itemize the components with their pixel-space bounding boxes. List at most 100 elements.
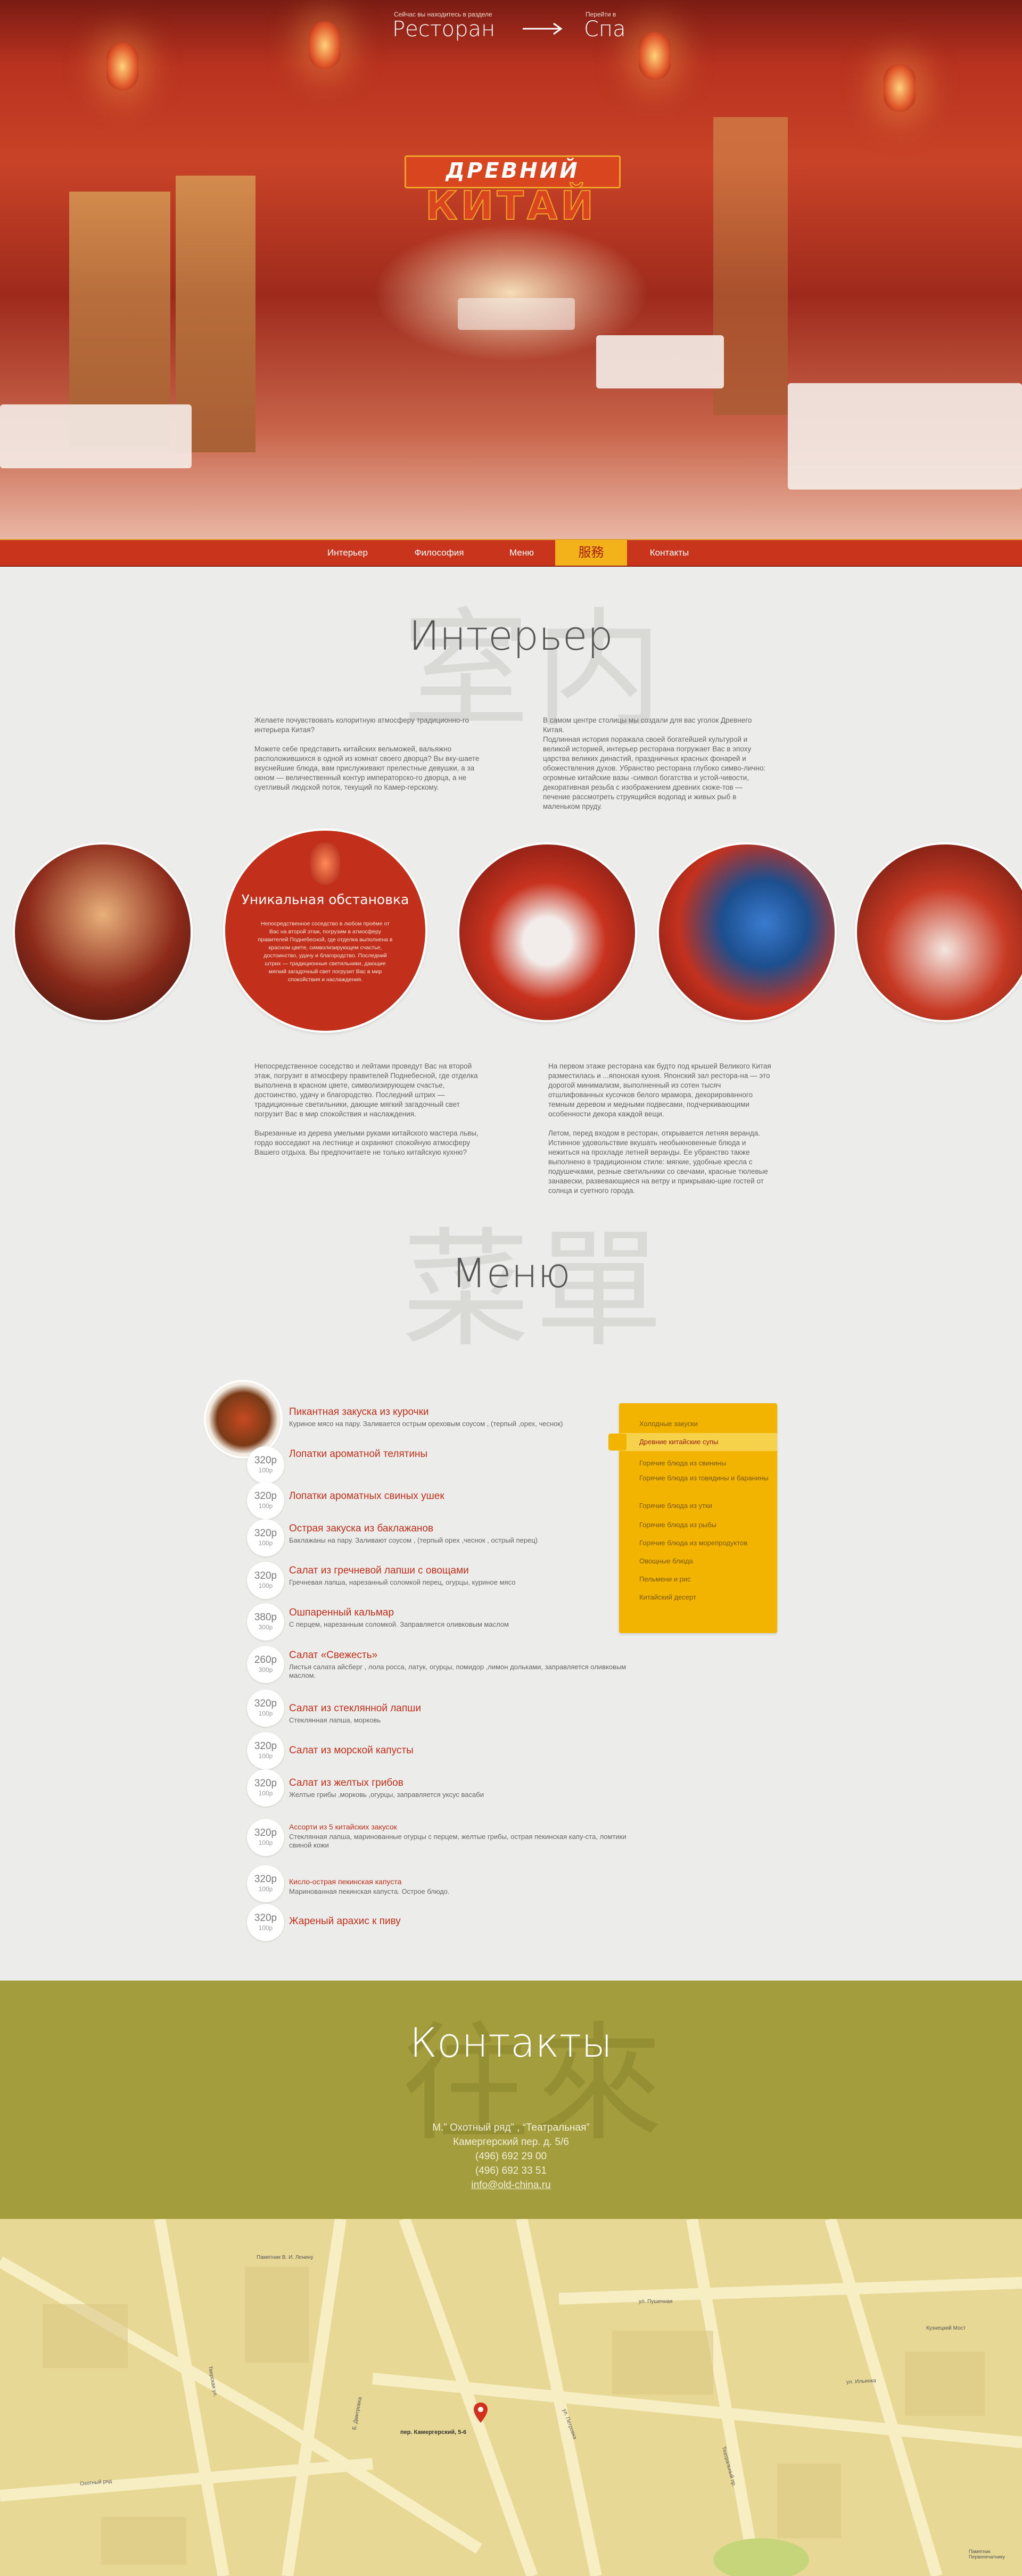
menu-item[interactable]: Ассорти из 5 китайских закусок Стеклянная… bbox=[289, 1823, 630, 1850]
price: 260р bbox=[254, 1654, 277, 1666]
menu-item[interactable]: Острая закуска из баклажанов Баклажаны на… bbox=[289, 1523, 608, 1545]
price-badge: 320р 100р bbox=[247, 1819, 284, 1856]
nav-item-philosophy[interactable]: Философия bbox=[402, 540, 476, 566]
dish-desc: Куриное мясо на пару. Заливается острым … bbox=[289, 1420, 563, 1428]
location-pin-icon[interactable] bbox=[474, 2403, 488, 2423]
nav-item-interior[interactable]: Интерьер bbox=[313, 540, 382, 566]
price-badge: 320р 100р bbox=[247, 1904, 284, 1941]
dish-desc: Стеклянная лапша, маринованные огурцы с … bbox=[289, 1833, 627, 1849]
weight: 100р bbox=[258, 1790, 273, 1797]
nav-item-service[interactable]: 服務 bbox=[555, 540, 627, 566]
menu-item[interactable]: Салат из желтых грибов Желтые грибы ,морк… bbox=[289, 1777, 608, 1799]
dish-desc: Стеклянная лапша, морковь bbox=[289, 1716, 381, 1724]
map-streets bbox=[0, 2219, 1022, 2576]
lantern bbox=[639, 32, 671, 80]
price-badge: 320р 100р bbox=[247, 1732, 284, 1769]
menu-category-list: Холодные закуски Древние китайские супы … bbox=[608, 1403, 777, 1633]
feature-circle: Уникальная обстановка Непосредственное с… bbox=[225, 831, 425, 1031]
price: 320р bbox=[254, 1741, 277, 1752]
price: 320р bbox=[254, 1490, 277, 1502]
current-section-link[interactable]: Ресторан bbox=[392, 17, 495, 42]
price: 320р bbox=[254, 1455, 277, 1466]
menu-item[interactable]: Кисло-острая пекинская капуста Маринованн… bbox=[289, 1877, 608, 1896]
interior-text-right-2: На первом этаже ресторана как будто под … bbox=[548, 1062, 771, 1195]
contacts-title: Контакты bbox=[409, 2019, 613, 2066]
price-badge: 260р 300р bbox=[247, 1646, 284, 1683]
menu-item[interactable]: Салат «Свежесть» Листья салата айсберг , … bbox=[289, 1650, 630, 1680]
dish-title: Ошпаренный кальмар bbox=[289, 1607, 394, 1618]
dish-desc: Гречневая лапша, нарезанный соломкой пер… bbox=[289, 1578, 516, 1586]
screen-panel bbox=[713, 117, 788, 415]
dish-photo[interactable] bbox=[206, 1382, 281, 1456]
category-cold-starters[interactable]: Холодные закуски bbox=[619, 1415, 777, 1433]
logo[interactable]: ДРЕВНИЙ КИТАЙ bbox=[391, 155, 631, 230]
price: 320р bbox=[254, 1528, 277, 1539]
menu-item[interactable]: Лопатки ароматной телятины bbox=[289, 1448, 608, 1460]
menu-title: Меню bbox=[451, 1249, 571, 1297]
category-duck[interactable]: Горячие блюда из утки bbox=[619, 1497, 777, 1515]
category-soups[interactable]: Древние китайские супы bbox=[619, 1433, 777, 1451]
interior-photo-4[interactable] bbox=[857, 844, 1022, 1020]
hero-banner: Сейчас вы находитесь в разделе Ресторан … bbox=[0, 0, 1022, 539]
spa-link[interactable]: Спа bbox=[584, 17, 626, 42]
dish-desc: Листья салата айсберг , лола росса, лату… bbox=[289, 1663, 627, 1679]
map-label: Кузнецкий Мост bbox=[926, 2325, 966, 2331]
interior-text-left-2: Непосредственное соседство и лейтами про… bbox=[254, 1062, 479, 1156]
dish-desc: Желтые грибы ,морковь ,огурцы, заправляе… bbox=[289, 1791, 484, 1799]
dish-title: Кисло-острая пекинская капуста bbox=[289, 1877, 402, 1886]
weight: 100р bbox=[258, 1582, 273, 1589]
price: 320р bbox=[254, 1912, 277, 1924]
menu-item[interactable]: Пикантная закуска из курочки Куриное мясо… bbox=[289, 1406, 608, 1428]
category-dessert[interactable]: Китайский десерт bbox=[619, 1588, 777, 1606]
dish-desc: С перцем, нарезанным соломкой. Заправляе… bbox=[289, 1620, 509, 1628]
contacts-phone-2[interactable]: (496) 692 33 51 bbox=[0, 2165, 1022, 2177]
contacts-email[interactable]: info@old-china.ru bbox=[0, 2180, 1022, 2191]
menu-item[interactable]: Салат из гречневой лапши с овощами Гречне… bbox=[289, 1565, 608, 1587]
dish-title: Острая закуска из баклажанов bbox=[289, 1523, 434, 1534]
table bbox=[0, 404, 192, 468]
weight: 300р bbox=[258, 1666, 273, 1674]
price-badge: 320р 100р bbox=[247, 1865, 284, 1902]
category-dumplings-rice[interactable]: Пельмени и рис bbox=[619, 1570, 777, 1588]
interior-photo-3[interactable] bbox=[659, 844, 835, 1020]
dish-title: Салат из морской капусты bbox=[289, 1745, 414, 1756]
price: 320р bbox=[254, 1827, 277, 1838]
category-fish[interactable]: Горячие блюда из рыбы bbox=[619, 1516, 777, 1534]
dish-title: Пикантная закуска из курочки bbox=[289, 1406, 429, 1418]
logo-line1: ДРЕВНИЙ bbox=[446, 159, 580, 183]
logo-line2: КИТАЙ bbox=[425, 183, 597, 229]
map-label: Памятник В. И. Ленину bbox=[257, 2255, 314, 2260]
location-map[interactable]: Памятник В. И. Ленину ул. Ильинка Кузнец… bbox=[0, 2219, 1022, 2576]
main-nav: Интерьер Философия Меню 服務 Контакты bbox=[0, 539, 1022, 567]
lantern bbox=[106, 43, 138, 90]
interior-photo-1[interactable] bbox=[15, 844, 191, 1020]
table bbox=[596, 335, 724, 388]
table bbox=[458, 298, 575, 330]
menu-item[interactable]: Ошпаренный кальмар С перцем, нарезанным с… bbox=[289, 1607, 608, 1629]
menu-item[interactable]: Жареный арахис к пиву bbox=[289, 1916, 608, 1927]
category-seafood[interactable]: Горячие блюда из морепродуктов bbox=[619, 1534, 777, 1552]
nav-item-menu[interactable]: Меню bbox=[498, 540, 546, 566]
weight: 300р bbox=[258, 1624, 273, 1631]
menu-item[interactable]: Лопатки ароматных свиных ушек bbox=[289, 1490, 608, 1502]
contacts-metro: М.” Охотный ряд” , “Театральная” bbox=[432, 2122, 590, 2133]
price-badge: 320р 100р bbox=[247, 1519, 284, 1556]
interior-photo-2[interactable] bbox=[459, 844, 635, 1020]
weight: 100р bbox=[258, 1752, 273, 1760]
dish-title: Лопатки ароматных свиных ушек bbox=[289, 1490, 444, 1502]
category-vegetables[interactable]: Овощные блюда bbox=[619, 1552, 777, 1570]
lantern-icon bbox=[310, 842, 340, 885]
menu-item[interactable]: Салат из стеклянной лапши Стеклянная лапш… bbox=[289, 1703, 608, 1725]
weight: 100р bbox=[258, 1502, 273, 1510]
interior-text-right: В самом центре столицы мы создали для ва… bbox=[543, 716, 766, 810]
lantern bbox=[884, 64, 916, 112]
menu-item[interactable]: Салат из морской капусты bbox=[289, 1745, 608, 1757]
category-beef-lamb[interactable]: Горячие блюда из говядины и баранины bbox=[619, 1471, 777, 1489]
lantern bbox=[309, 21, 341, 69]
nav-item-contacts[interactable]: Контакты bbox=[636, 540, 703, 566]
dish-desc: Баклажаны на пару. Заливают соусом , (те… bbox=[289, 1536, 538, 1544]
price-badge: 320р 100р bbox=[247, 1446, 284, 1484]
price-badge: 320р 100р bbox=[247, 1482, 284, 1519]
category-pork[interactable]: Горячие блюда из свинины bbox=[619, 1454, 777, 1472]
contacts-phone-1[interactable]: (496) 692 29 00 bbox=[0, 2151, 1022, 2163]
